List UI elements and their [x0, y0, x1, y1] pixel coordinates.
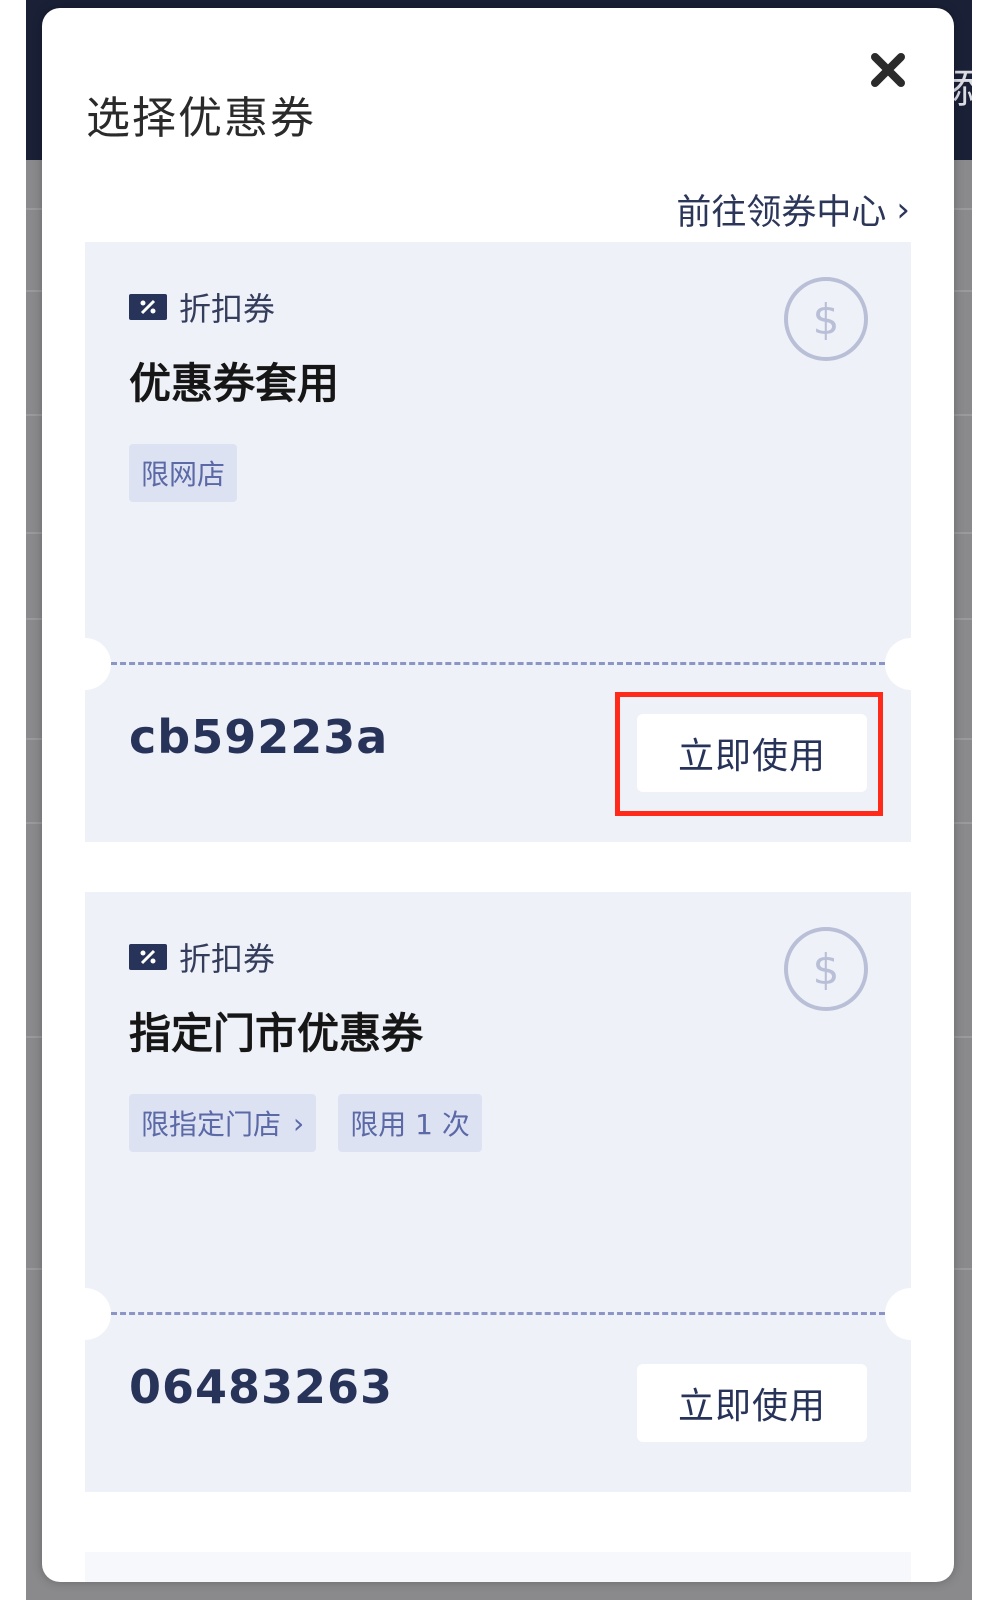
coupon-name: 指定门市优惠券: [129, 1009, 424, 1058]
close-button[interactable]: [864, 46, 912, 94]
coupon-select-modal: 选择优惠券 前往领券中心 › 折扣券 优惠券套用 $ 限网店 cb59223a …: [42, 8, 954, 1582]
coupon-tags: 限网店: [129, 444, 238, 502]
coupon-tag-label: 限用 1 次: [350, 1108, 470, 1141]
coupon-tag-store-link[interactable]: 限指定门店 ›: [129, 1094, 317, 1152]
coupon-card: 折扣券 指定门市优惠券 $ 限指定门店 › 限用 1 次 06483263 立即…: [59, 892, 937, 1492]
coupon-type-label: 折扣券: [179, 940, 276, 978]
coupon-type-label: 折扣券: [179, 290, 276, 328]
ticket-notch: [59, 638, 111, 690]
coupon-tag: 限网店: [129, 444, 238, 502]
coupon-tag-label: 限网店: [141, 458, 226, 491]
highlight-box: [615, 692, 883, 816]
ticket-notch: [885, 638, 937, 690]
close-icon: [871, 53, 905, 87]
coupon-card: 折扣券 优惠券套用 $ 限网店 cb59223a 立即使用: [59, 242, 937, 842]
coupon-type: 折扣券: [129, 934, 275, 980]
svg-text:$: $: [813, 945, 840, 994]
coupon-name: 优惠券套用: [129, 359, 340, 408]
ticket-divider: [111, 662, 885, 665]
coupon-code: 06483263: [129, 1360, 394, 1414]
dollar-icon: $: [784, 277, 868, 361]
next-coupon-card-edge: [85, 1552, 911, 1582]
coupon-type: 折扣券: [129, 284, 275, 330]
use-now-button[interactable]: 立即使用: [637, 1364, 867, 1442]
modal-title: 选择优惠券: [86, 93, 316, 144]
goto-link-label: 前往领券中心: [676, 193, 887, 233]
svg-text:$: $: [813, 295, 840, 344]
goto-coupon-center-link[interactable]: 前往领券中心 ›: [676, 184, 910, 235]
ticket-divider: [111, 1312, 885, 1315]
discount-ticket-icon: [129, 294, 167, 320]
dollar-icon: $: [784, 927, 868, 1011]
coupon-tags: 限指定门店 › 限用 1 次: [129, 1094, 482, 1152]
discount-ticket-icon: [129, 944, 167, 970]
chevron-right-icon: ›: [293, 1106, 305, 1140]
ticket-notch: [59, 1288, 111, 1340]
chevron-right-icon: ›: [896, 189, 910, 230]
coupon-tag: 限用 1 次: [338, 1094, 482, 1152]
ticket-notch: [885, 1288, 937, 1340]
coupon-code: cb59223a: [129, 710, 389, 764]
coupon-tag-label: 限指定门店: [141, 1108, 282, 1141]
